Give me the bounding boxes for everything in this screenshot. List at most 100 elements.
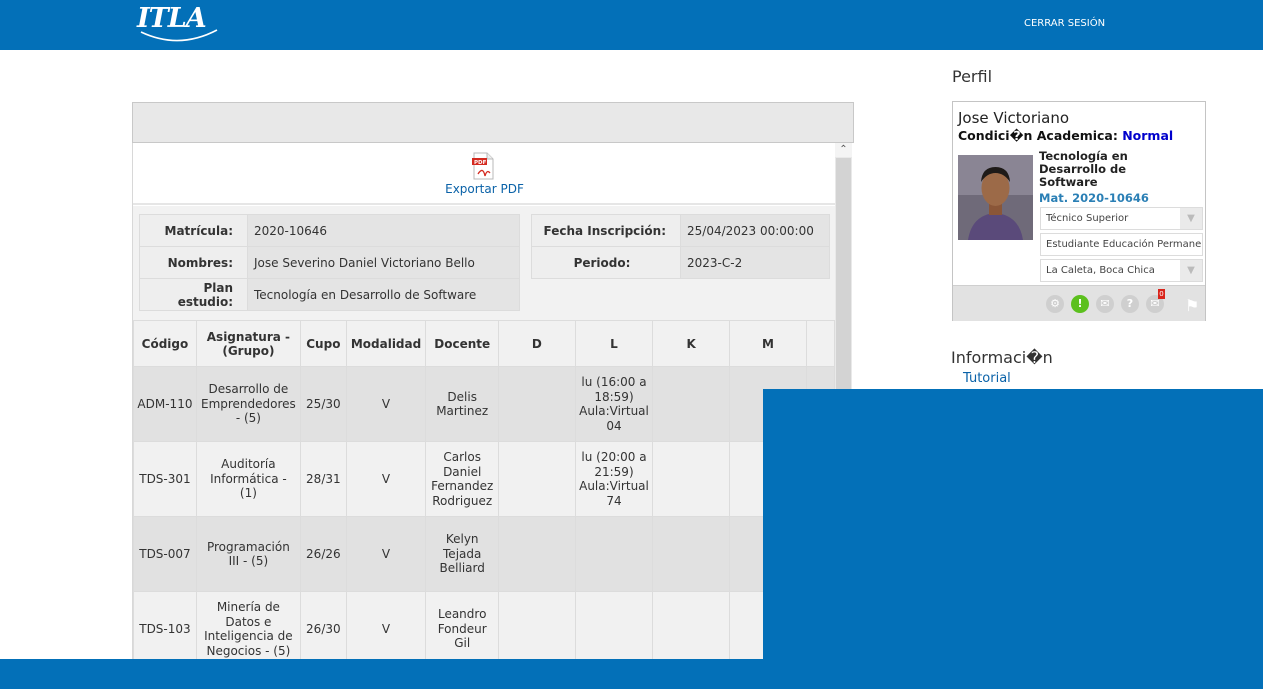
logout-link[interactable]: CERRAR SESIÓN: [1024, 18, 1105, 29]
table-row: TDS-301 Auditoría Informática - (1) 28/3…: [133, 441, 835, 517]
condition-value: Normal: [1122, 128, 1174, 143]
alert-icon[interactable]: !: [1071, 295, 1089, 313]
periodo-value: 2023-C-2: [680, 246, 830, 279]
chevron-down-icon[interactable]: ▼: [1180, 208, 1202, 229]
col-l: L: [574, 320, 654, 367]
top-navbar: ITLA CERRAR SESIÓN: [0, 0, 1263, 50]
cell: Delis Martinez: [425, 366, 500, 442]
academic-condition: Condici�n Academica: Normal: [958, 128, 1173, 143]
tutorial-link[interactable]: Tutorial: [963, 371, 1011, 386]
gear-icon[interactable]: ⚙: [1046, 295, 1064, 313]
cell: Programación III - (5): [195, 516, 301, 592]
profile-title: Perfil: [952, 67, 993, 86]
student-name: Jose Victoriano: [958, 109, 1070, 127]
cell: TDS-301: [133, 441, 197, 517]
avatar-photo-icon: [958, 155, 1033, 240]
col-cupo: Cupo: [299, 320, 347, 367]
fecha-value: 25/04/2023 00:00:00: [680, 214, 830, 247]
cell: Auditoría Informática - (1): [195, 441, 301, 517]
col-asignatura: Asignatura - (Grupo): [195, 320, 301, 367]
profile-card: Jose Victoriano Condici�n Academica: Nor…: [952, 101, 1206, 321]
periodo-label: Periodo:: [531, 246, 681, 279]
plan-label: Plan estudio:: [139, 278, 248, 311]
cell: [652, 516, 730, 592]
scroll-up-icon[interactable]: ⌃: [835, 143, 852, 157]
panel-header: [132, 102, 854, 143]
col-extra: [806, 320, 835, 367]
campus-select[interactable]: La Caleta, Boca Chica ▼: [1040, 259, 1203, 282]
cell: TDS-103: [133, 591, 197, 663]
cell: [652, 441, 730, 517]
cell: TDS-007: [133, 516, 197, 592]
cell: lu (16:00 a 18:59) Aula:Virtual 04: [574, 366, 654, 442]
cell: [652, 591, 730, 663]
notification-badge: 0: [1158, 289, 1165, 299]
cell: [574, 516, 654, 592]
plan-value: Tecnología en Desarrollo de Software: [247, 278, 520, 311]
profile-actions: ⚙ ! ✉ ? ✉ 0 ⚑: [953, 285, 1205, 321]
cell: [498, 441, 576, 517]
export-area: PDF Exportar PDF: [133, 143, 835, 205]
col-codigo: Código: [133, 320, 197, 367]
cell: Leandro Fondeur Gil: [425, 591, 500, 663]
schedule-panel: PDF Exportar PDF Matrícula: 2020-10646 N…: [132, 143, 835, 663]
export-pdf-link[interactable]: Exportar PDF: [133, 182, 835, 196]
campus-select-value: La Caleta, Boca Chica: [1046, 265, 1155, 276]
logo-swoosh-icon: [140, 29, 218, 42]
student-info-right: Fecha Inscripción: 25/04/2023 00:00:00 P…: [531, 214, 830, 279]
fecha-label: Fecha Inscripción:: [531, 214, 681, 247]
area-select-value: Estudiante Educación Permanente: [1046, 239, 1203, 250]
table-row: ADM-110 Desarrollo de Emprendedores - (5…: [133, 366, 835, 442]
nombres-value: Jose Severino Daniel Victoriano Bello: [247, 246, 520, 279]
col-m: M: [728, 320, 808, 367]
cell: Carlos Daniel Fernandez Rodriguez: [425, 441, 500, 517]
cell: V: [345, 366, 427, 442]
cell: [574, 591, 654, 663]
matricula-label: Matrícula:: [139, 214, 248, 247]
level-select-value: Técnico Superior: [1046, 213, 1129, 224]
area-select[interactable]: Estudiante Educación Permanente: [1040, 233, 1203, 256]
bottom-bar: [0, 659, 1263, 689]
col-k: K: [652, 320, 730, 367]
student-info-left: Matrícula: 2020-10646 Nombres: Jose Seve…: [139, 214, 520, 311]
matricula-value: 2020-10646: [247, 214, 520, 247]
cell: V: [345, 516, 427, 592]
pdf-file-icon[interactable]: PDF: [471, 152, 495, 180]
cell: 26/26: [299, 516, 347, 592]
avatar: [958, 155, 1033, 240]
condition-label: Condici�n Academica:: [958, 128, 1118, 143]
level-select[interactable]: Técnico Superior ▼: [1040, 207, 1203, 230]
cell: lu (20:00 a 21:59) Aula:Virtual 74: [574, 441, 654, 517]
career-name: Tecnología en Desarrollo de Software: [1039, 149, 1128, 189]
cell: 25/30: [299, 366, 347, 442]
col-d: D: [498, 320, 576, 367]
page-gutter: [1263, 0, 1280, 689]
help-icon[interactable]: ?: [1121, 295, 1139, 313]
nombres-label: Nombres:: [139, 246, 248, 279]
cell: Minería de Datos e Inteligencia de Negoc…: [195, 591, 301, 663]
cell: ADM-110: [133, 366, 197, 442]
col-modalidad: Modalidad: [345, 320, 427, 367]
cell: [652, 366, 730, 442]
cell: 26/30: [299, 591, 347, 663]
cell: [498, 591, 576, 663]
cell: Desarrollo de Emprendedores - (5): [195, 366, 301, 442]
info-title: Informaci�n: [951, 348, 1053, 367]
table-row: TDS-007 Programación III - (5) 26/26 V K…: [133, 516, 835, 592]
cell: V: [345, 591, 427, 663]
cell: [498, 516, 576, 592]
svg-text:PDF: PDF: [474, 160, 487, 166]
schedule-table: Código Asignatura - (Grupo) Cupo Modalid…: [133, 320, 835, 663]
cell: Kelyn Tejada Belliard: [425, 516, 500, 592]
chevron-down-icon[interactable]: ▼: [1180, 260, 1202, 281]
blue-overlay: [763, 389, 1263, 689]
flag-icon[interactable]: ⚑: [1185, 296, 1199, 315]
cell: V: [345, 441, 427, 517]
student-info: Matrícula: 2020-10646 Nombres: Jose Seve…: [133, 206, 835, 320]
table-row: TDS-103 Minería de Datos e Inteligencia …: [133, 591, 835, 663]
cell: [498, 366, 576, 442]
cell: 28/31: [299, 441, 347, 517]
profile-matricula: Mat. 2020-10646: [1039, 191, 1149, 205]
col-docente: Docente: [425, 320, 500, 367]
mail-icon[interactable]: ✉: [1096, 295, 1114, 313]
